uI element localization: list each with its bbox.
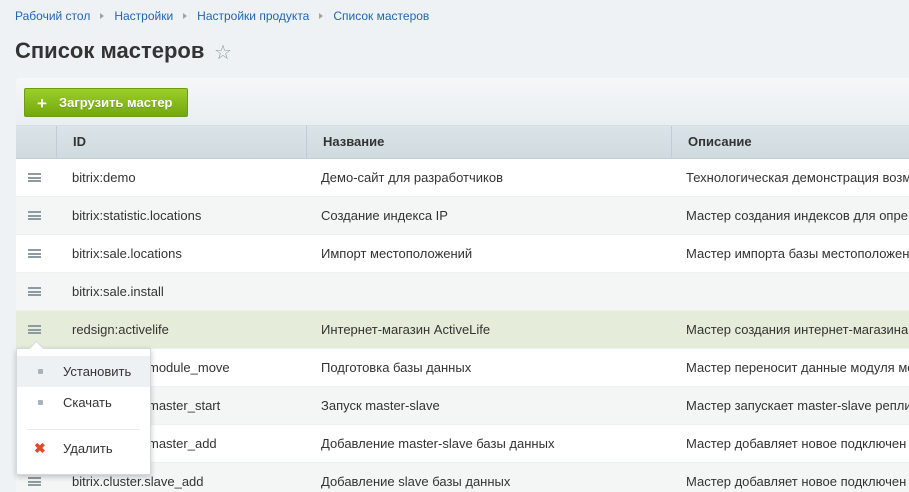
cell-description: Мастер создания индексов для опре	[686, 208, 908, 223]
cell-name: Запуск master-slave	[321, 398, 440, 413]
breadcrumb-arrow-icon	[183, 13, 188, 20]
cell-name: Демо-сайт для разработчиков	[321, 170, 503, 185]
delete-icon: ✖	[34, 440, 46, 456]
cell-description: Мастер добавляет новое подключен	[686, 436, 907, 451]
cell-id: bitrix:sale.locations	[72, 246, 182, 261]
header-name[interactable]: Название	[306, 126, 671, 158]
cell-name: Создание индекса IP	[321, 208, 448, 223]
bullet-icon	[38, 369, 43, 374]
star-icon[interactable]: ☆	[214, 40, 232, 65]
cell-id: bitrix:demo	[72, 170, 136, 185]
cell-description: Мастер импорта базы местоположен	[686, 246, 909, 261]
breadcrumb-settings[interactable]: Настройки	[114, 9, 173, 23]
header-description[interactable]: Описание	[671, 126, 909, 158]
menu-item-install-label: Установить	[63, 364, 132, 379]
menu-divider	[27, 429, 140, 430]
cell-name: Интернет-магазин ActiveLife	[321, 322, 491, 337]
row-menu-icon[interactable]	[28, 211, 41, 220]
cell-name: Добавление slave базы данных	[321, 474, 511, 489]
breadcrumb-product-settings[interactable]: Настройки продукта	[197, 9, 309, 23]
row-menu-icon[interactable]	[28, 287, 41, 296]
menu-item-delete[interactable]: ✖ Удалить	[17, 433, 150, 464]
breadcrumb-arrow-icon	[319, 13, 324, 20]
toolbar: + Загрузить мастер	[16, 78, 909, 126]
upload-wizard-button[interactable]: + Загрузить мастер	[24, 88, 188, 117]
row-menu-icon[interactable]	[28, 325, 41, 334]
breadcrumb-wizard-list[interactable]: Список мастеров	[333, 9, 429, 23]
cell-name: Подготовка базы данных	[321, 360, 472, 375]
table-row: bitrix:sale.locations Импорт местоположе…	[16, 235, 909, 273]
table-header: ID Название Описание	[16, 126, 909, 159]
table-row: bitrix:statistic.locations Создание инде…	[16, 197, 909, 235]
menu-item-download-label: Скачать	[63, 395, 112, 410]
cell-description: Мастер запускает master-slave репли	[686, 398, 909, 413]
menu-item-download[interactable]: Скачать	[17, 387, 150, 418]
cell-name: Добавление master-slave базы данных	[321, 436, 555, 451]
row-menu-icon[interactable]	[28, 477, 41, 486]
table-row-selected: redsign:activelife Интернет-магазин Acti…	[16, 311, 909, 349]
table-row: bitrix:sale.install	[16, 273, 909, 311]
page-title: Список мастеров	[15, 38, 205, 63]
row-menu-icon[interactable]	[28, 249, 41, 258]
menu-item-delete-label: Удалить	[63, 441, 113, 456]
bullet-icon	[38, 400, 43, 405]
table-row: bitrix:demo Демо-сайт для разработчиков …	[16, 159, 909, 197]
cell-description: Мастер переносит данные модуля ме	[686, 360, 909, 375]
header-actions-cell	[16, 126, 56, 158]
cell-id: redsign:activelife	[72, 322, 169, 337]
breadcrumb-arrow-icon	[100, 13, 105, 20]
breadcrumb-desktop[interactable]: Рабочий стол	[15, 9, 90, 23]
breadcrumb: Рабочий стол Настройки Настройки продукта С…	[15, 9, 429, 23]
upload-wizard-label: Загрузить мастер	[59, 95, 173, 110]
cell-description: Технологическая демонстрация возм	[686, 170, 909, 185]
row-context-menu: Установить Скачать ✖ Удалить	[16, 348, 151, 475]
plus-icon: +	[37, 94, 47, 113]
cell-description: Мастер создания интернет-магазина	[686, 322, 909, 337]
cell-description: Мастер добавляет новое подключен	[686, 474, 907, 489]
cell-id: bitrix:sale.install	[72, 284, 164, 299]
row-menu-icon[interactable]	[28, 173, 41, 182]
header-id[interactable]: ID	[56, 126, 306, 158]
cell-id: bitrix:statistic.locations	[72, 208, 202, 223]
cell-name: Импорт местоположений	[321, 246, 473, 261]
menu-item-install[interactable]: Установить	[17, 356, 150, 387]
